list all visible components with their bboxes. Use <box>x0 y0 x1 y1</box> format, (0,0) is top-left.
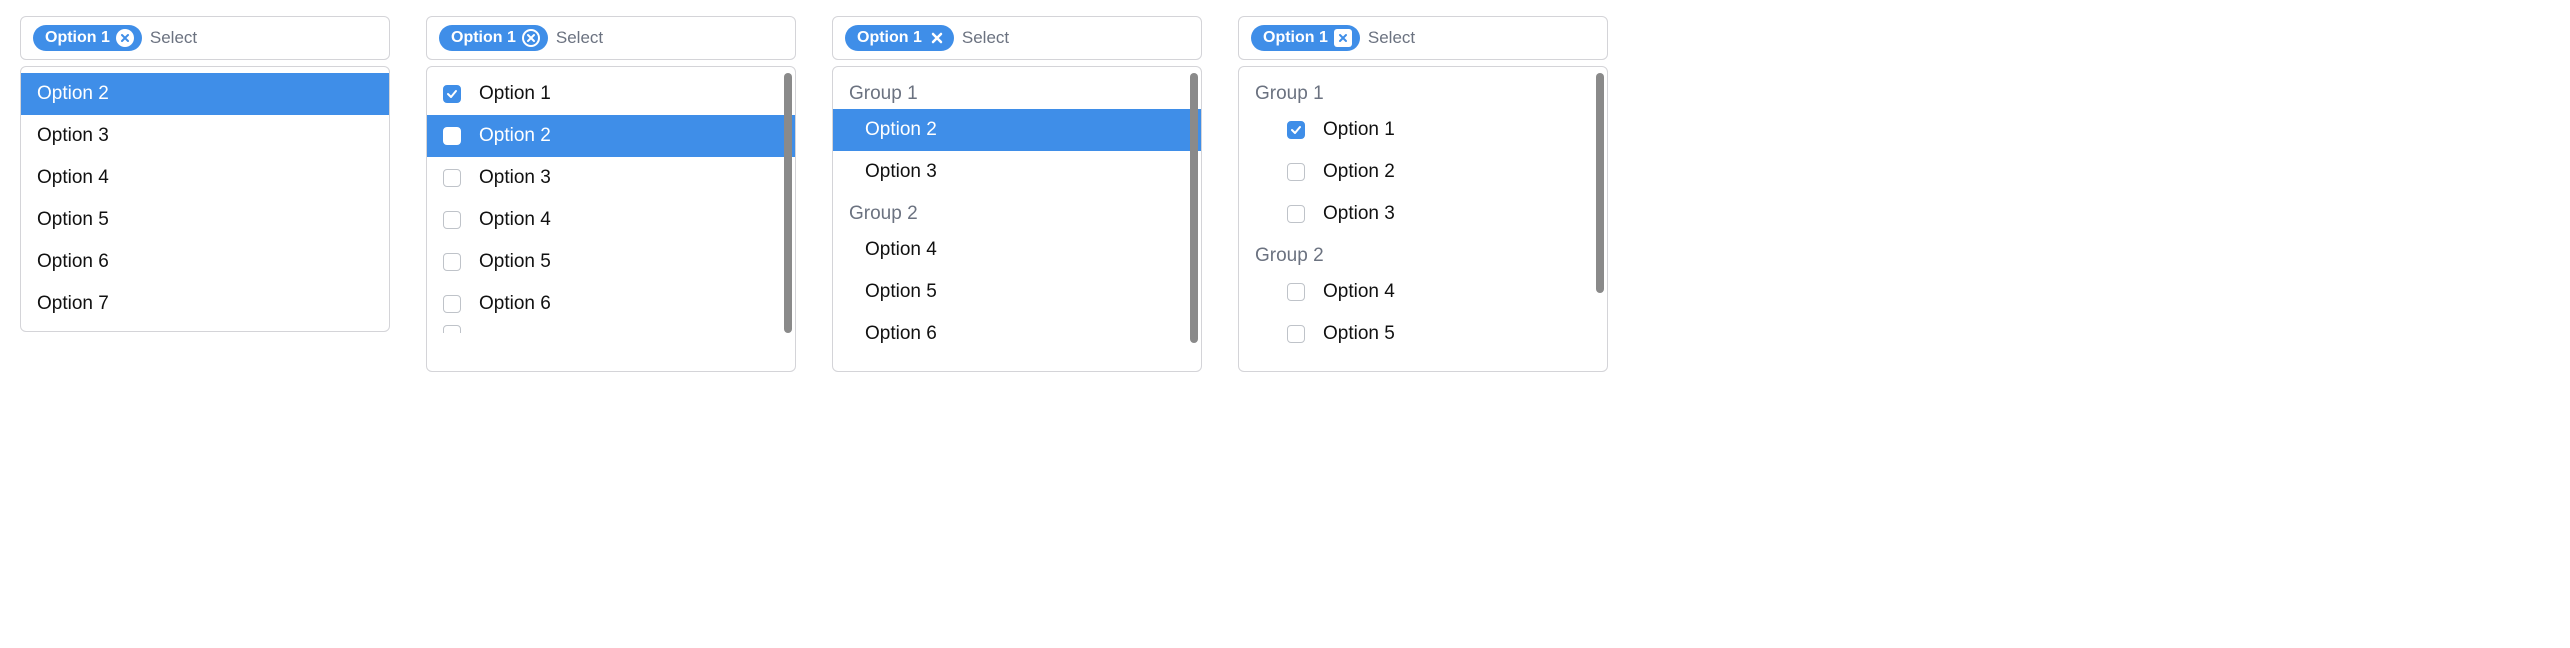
checkbox-icon[interactable] <box>443 127 461 145</box>
checkbox-icon[interactable] <box>1287 283 1305 301</box>
select-option-label: Option 4 <box>479 209 551 231</box>
checkbox-icon[interactable] <box>443 253 461 271</box>
select-option-label: Option 6 <box>865 323 937 345</box>
checkbox-icon[interactable] <box>443 295 461 313</box>
close-circle-outline-icon[interactable] <box>522 29 540 47</box>
select-option-label: Option 2 <box>865 119 937 141</box>
checkbox-icon[interactable] <box>443 325 461 333</box>
select-option-label: Option 3 <box>37 125 109 147</box>
checkbox-icon[interactable] <box>1287 121 1305 139</box>
select-control[interactable]: Option 1 Select <box>426 16 796 60</box>
select-option[interactable] <box>427 325 795 333</box>
select-menu: Option 2 Option 3 Option 4 Option 5 Option 6… <box>20 66 390 332</box>
selected-tag-label: Option 1 <box>45 30 110 46</box>
select-option-label: Option 4 <box>1323 281 1395 303</box>
select-control[interactable]: Option 1 Select <box>832 16 1202 60</box>
select-option[interactable]: Option 3 <box>1239 193 1607 235</box>
select-option[interactable]: Option 7 <box>21 283 389 325</box>
multiselect: Option 1SelectGroup 1Option 2Option 3Gro… <box>832 16 1202 372</box>
select-control[interactable]: Option 1 Select <box>1238 16 1608 60</box>
checkbox-icon[interactable] <box>1287 163 1305 181</box>
select-option-label: Option 2 <box>1323 161 1395 183</box>
select-option-label: Option 6 <box>479 293 551 315</box>
close-circle-solid-icon[interactable] <box>116 29 134 47</box>
selected-tag-label: Option 1 <box>857 30 922 46</box>
select-option[interactable]: Option 2 <box>427 115 795 157</box>
multiselect: Option 1SelectOption 2Option 3Option 4Op… <box>20 16 390 332</box>
select-menu: Group 1 Option 1 Option 2 Option 3 Group 2 Op… <box>1238 66 1608 372</box>
option-group-label: Group 2 <box>833 193 1201 229</box>
select-option[interactable]: Option 1 <box>1239 109 1607 151</box>
select-option[interactable]: Option 4 <box>1239 271 1607 313</box>
select-option-label: Option 3 <box>865 161 937 183</box>
checkbox-icon[interactable] <box>443 85 461 103</box>
close-x-icon[interactable] <box>928 29 946 47</box>
select-option[interactable]: Option 3 <box>21 115 389 157</box>
select-option[interactable]: Option 3 <box>427 157 795 199</box>
select-option-label: Option 5 <box>37 209 109 231</box>
select-option[interactable]: Option 5 <box>427 241 795 283</box>
select-option-label: Option 1 <box>479 83 551 105</box>
checkbox-icon[interactable] <box>443 211 461 229</box>
select-control[interactable]: Option 1 Select <box>20 16 390 60</box>
select-option[interactable]: Option 4 <box>427 199 795 241</box>
select-option[interactable]: Option 2 <box>1239 151 1607 193</box>
select-option-label: Option 4 <box>37 167 109 189</box>
selected-tag-label: Option 1 <box>1263 30 1328 46</box>
selected-tag-label: Option 1 <box>451 30 516 46</box>
multiselect: Option 1SelectOption 1Option 2Option 3Op… <box>426 16 796 372</box>
select-option[interactable]: Option 6 <box>427 283 795 325</box>
multiselect: Option 1 Select Group 1 Option 1 Option 2 Opt… <box>1238 16 1608 372</box>
selected-tag[interactable]: Option 1 <box>1251 25 1360 51</box>
select-placeholder: Select <box>962 28 1009 48</box>
select-option[interactable]: Option 6 <box>833 313 1201 355</box>
select-option-label: Option 2 <box>37 83 109 105</box>
select-option[interactable]: Option 4 <box>833 229 1201 271</box>
checkbox-icon[interactable] <box>443 169 461 187</box>
select-option-label: Option 7 <box>37 293 109 315</box>
select-option-label: Option 4 <box>865 239 937 261</box>
select-menu-list: Group 1 Option 2 Option 3 Group 2 Option 4 Op… <box>833 67 1201 355</box>
select-option-label: Option 3 <box>1323 203 1395 225</box>
select-option[interactable]: Option 1 <box>427 73 795 115</box>
select-option[interactable]: Option 2 <box>21 73 389 115</box>
close-square-icon[interactable] <box>1334 29 1352 47</box>
scrollbar-thumb[interactable] <box>784 73 792 333</box>
select-option-label: Option 5 <box>1323 323 1395 345</box>
select-menu: Option 1 Option 2 Option 3 Option 4 Option 5… <box>426 66 796 372</box>
selected-tag[interactable]: Option 1 <box>439 25 548 51</box>
select-placeholder: Select <box>1368 28 1415 48</box>
selected-tag[interactable]: Option 1 <box>845 25 954 51</box>
select-menu-list: Group 1 Option 1 Option 2 Option 3 Group 2 Op… <box>1239 67 1607 355</box>
option-group-label: Group 1 <box>1239 73 1607 109</box>
select-option[interactable]: Option 4 <box>21 157 389 199</box>
select-menu: Group 1 Option 2 Option 3 Group 2 Option 4 Op… <box>832 66 1202 372</box>
select-option-label: Option 5 <box>865 281 937 303</box>
select-placeholder: Select <box>150 28 197 48</box>
scrollbar-thumb[interactable] <box>1596 73 1604 293</box>
checkbox-icon[interactable] <box>1287 205 1305 223</box>
select-option[interactable]: Option 5 <box>833 271 1201 313</box>
select-option-label: Option 2 <box>479 125 551 147</box>
select-option-label: Option 5 <box>479 251 551 273</box>
select-option-label: Option 3 <box>479 167 551 189</box>
select-option[interactable]: Option 2 <box>833 109 1201 151</box>
select-menu-list: Option 2 Option 3 Option 4 Option 5 Option 6… <box>21 67 389 331</box>
option-group-label: Group 1 <box>833 73 1201 109</box>
option-group-label: Group 2 <box>1239 235 1607 271</box>
select-option-label: Option 1 <box>1323 119 1395 141</box>
select-menu-list: Option 1 Option 2 Option 3 Option 4 Option 5… <box>427 67 795 333</box>
select-option[interactable]: Option 5 <box>1239 313 1607 355</box>
select-option-label: Option 6 <box>37 251 109 273</box>
select-option[interactable]: Option 3 <box>833 151 1201 193</box>
scrollbar-thumb[interactable] <box>1190 73 1198 343</box>
select-option[interactable]: Option 5 <box>21 199 389 241</box>
select-placeholder: Select <box>556 28 603 48</box>
checkbox-icon[interactable] <box>1287 325 1305 343</box>
selected-tag[interactable]: Option 1 <box>33 25 142 51</box>
select-option[interactable]: Option 6 <box>21 241 389 283</box>
